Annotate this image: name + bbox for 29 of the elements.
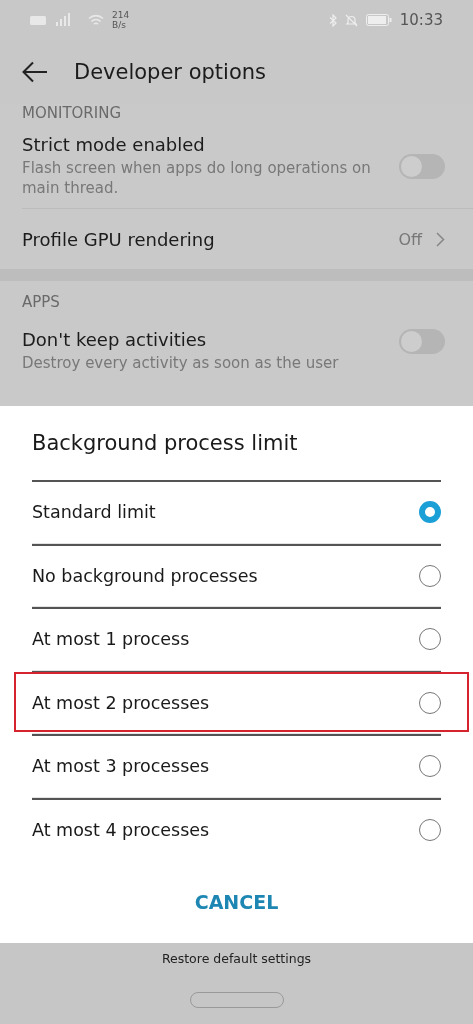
wifi-icon [88,13,104,27]
setting-value: Off [398,229,422,249]
mute-icon [344,13,358,27]
radio-option[interactable]: At most 1 process [32,607,441,670]
radio-option[interactable]: At most 3 processes [32,734,441,797]
radio-option[interactable]: At most 4 processes [32,797,441,860]
cancel-button[interactable]: CANCEL [178,882,295,921]
setting-title[interactable]: Profile GPU rendering [22,228,385,250]
setting-description: Flash screen when apps do long operations on main thread. [22,158,372,198]
setting-description: Destroy every activity as soon as the user [22,353,340,373]
setting-title: Strict mode enabled [22,134,206,155]
dialog-title: Background process limit [32,431,298,455]
section-label: MONITORING [22,104,122,122]
restore-defaults-button[interactable]: Restore default settings [159,949,314,968]
radio-button[interactable] [419,501,441,524]
radio-option[interactable]: Standard limit [32,480,441,543]
radio-option[interactable]: At most 2 processes [32,670,441,733]
toggle-switch[interactable] [399,153,445,179]
clock-time: 10:33 [399,11,443,29]
radio-option[interactable]: No background processes [32,543,441,606]
bluetooth-icon [328,13,337,27]
network-speed: 214 B/s [112,10,130,30]
setting-title: Don't keep activities [22,329,208,350]
toggle-switch[interactable] [399,329,445,354]
back-arrow-icon[interactable] [22,61,48,83]
chevron-icon [436,231,445,247]
page-title: Developer options [74,60,267,84]
battery-icon [365,14,392,26]
section-label: APPS [22,293,60,311]
